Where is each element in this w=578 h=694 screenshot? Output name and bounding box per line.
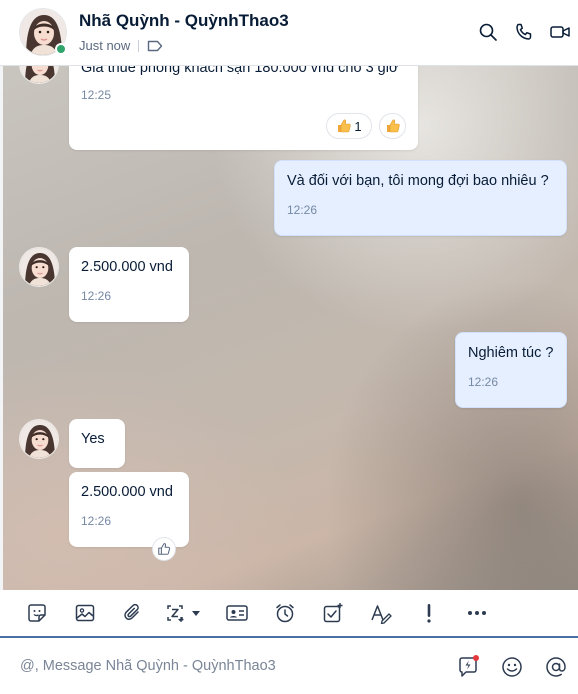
- thumbs-up-emoji-icon: [336, 118, 352, 134]
- online-status-indicator: [55, 43, 67, 55]
- header-actions: [470, 18, 578, 46]
- thumbs-up-outline-icon: [157, 542, 171, 556]
- message-text: 2.500.000 vnd: [81, 484, 173, 500]
- message-bubble-outgoing[interactable]: Nghiêm túc ? 12:26: [455, 332, 567, 408]
- message-text: Giá thuê phòng khách sạn 180.000 vnđ cho…: [81, 66, 399, 76]
- task-icon[interactable]: [309, 593, 357, 633]
- attachment-icon[interactable]: [109, 593, 157, 633]
- text-format-icon[interactable]: [357, 593, 405, 633]
- tag-icon[interactable]: [147, 39, 163, 53]
- screenshot-icon[interactable]: [157, 593, 213, 633]
- message-time: 12:26: [81, 289, 112, 303]
- divider: [138, 39, 140, 52]
- message-bubble-outgoing[interactable]: Và đối với bạn, tôi mong đợi bao nhiêu ?…: [274, 160, 567, 236]
- more-icon[interactable]: [453, 593, 501, 633]
- message-time: 12:26: [468, 375, 499, 389]
- message-input[interactable]: [20, 654, 420, 678]
- contact-avatar[interactable]: [19, 8, 67, 56]
- phone-icon[interactable]: [506, 18, 542, 46]
- last-seen-text: Just now: [79, 38, 131, 53]
- quick-message-icon[interactable]: [452, 652, 484, 682]
- message-composer: [0, 638, 578, 694]
- message-text: Và đối với bạn, tôi mong đợi bao nhiêu ?: [287, 173, 549, 189]
- chat-header: Nhã Quỳnh - QuỳnhThao3 Just now: [0, 0, 578, 66]
- message-text: Yes: [81, 431, 105, 447]
- mention-icon[interactable]: [540, 652, 572, 682]
- reaction-summary[interactable]: 1: [326, 113, 372, 139]
- react-button[interactable]: [379, 113, 406, 139]
- message-bubble-incoming[interactable]: 2.500.000 vnd 12:26: [69, 472, 189, 547]
- composer-actions: [452, 652, 572, 682]
- message-bubble-incoming[interactable]: 2.500.000 vnd 12:26: [69, 247, 189, 322]
- conversation-title[interactable]: Nhã Quỳnh - QuỳnhThao3: [79, 11, 289, 31]
- message-list[interactable]: Giá thuê phòng khách sạn 180.000 vnđ cho…: [0, 66, 578, 590]
- message-text: Nghiêm túc ?: [468, 345, 554, 361]
- like-button[interactable]: [152, 537, 176, 561]
- composer-toolbar: [0, 590, 578, 638]
- sticker-icon[interactable]: [13, 593, 61, 633]
- contact-card-icon[interactable]: [213, 593, 261, 633]
- message-time: 12:26: [81, 514, 112, 528]
- message-bubble-incoming[interactable]: Yes: [69, 419, 125, 468]
- message-time: 12:25: [81, 88, 112, 102]
- sender-avatar[interactable]: [19, 66, 59, 84]
- search-icon[interactable]: [470, 18, 506, 46]
- notification-dot: [473, 655, 479, 661]
- reaction-count: 1: [354, 118, 362, 134]
- message-text: 2.500.000 vnd: [81, 259, 173, 275]
- presence-line: Just now: [79, 38, 163, 53]
- message-time: 12:26: [287, 203, 318, 217]
- scroll-edge: [0, 66, 3, 590]
- sender-avatar[interactable]: [19, 419, 59, 459]
- sender-avatar[interactable]: [19, 247, 59, 287]
- emoji-icon[interactable]: [496, 652, 528, 682]
- video-call-icon[interactable]: [542, 18, 578, 46]
- reminder-icon[interactable]: [261, 593, 309, 633]
- image-icon[interactable]: [61, 593, 109, 633]
- urgent-icon[interactable]: [405, 593, 453, 633]
- message-bubble-incoming[interactable]: Giá thuê phòng khách sạn 180.000 vnđ cho…: [69, 66, 418, 150]
- thumbs-up-emoji-icon: [385, 118, 401, 134]
